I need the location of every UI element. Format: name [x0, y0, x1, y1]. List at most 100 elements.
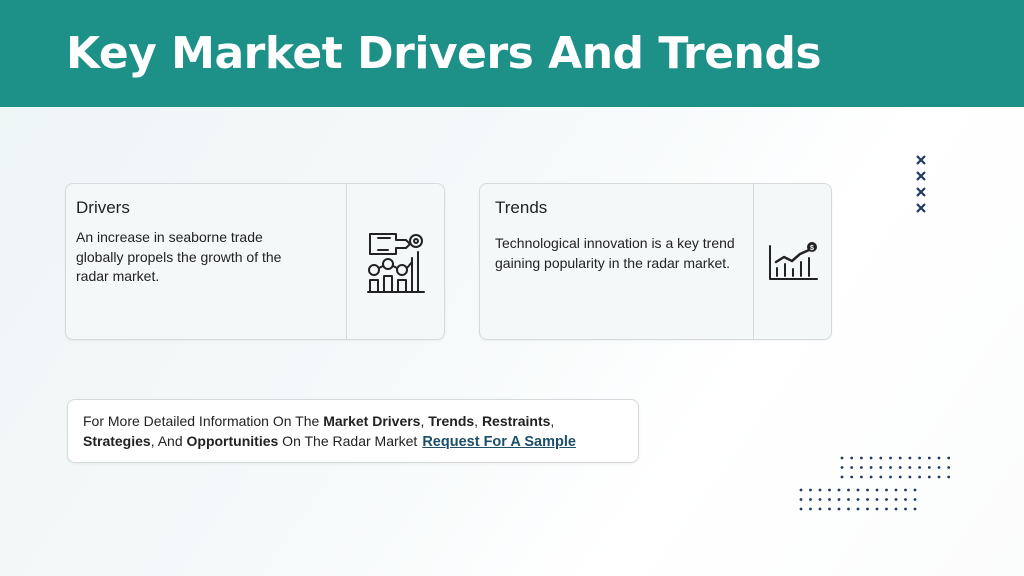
cta-tail: On The Radar Market	[278, 433, 418, 449]
decor-dot	[889, 456, 892, 460]
x-mark-icon	[916, 171, 926, 181]
decor-dot	[860, 466, 863, 469]
trends-card: Trends Technological innovation is a key…	[479, 183, 832, 340]
decor-dot	[828, 488, 831, 492]
cta-separator: , And	[150, 433, 187, 449]
decorative-dot-grid-upper	[840, 456, 951, 479]
decor-dot	[913, 498, 917, 501]
decor-dot	[860, 475, 863, 479]
decor-dot	[898, 456, 902, 460]
decor-dot	[918, 475, 921, 479]
decor-dot	[847, 488, 850, 492]
trends-title: Trends	[495, 198, 548, 217]
decor-dot	[850, 475, 854, 479]
decor-dot	[869, 466, 873, 469]
decor-dot	[837, 488, 841, 492]
decor-dot	[856, 507, 860, 511]
decor-dot	[913, 488, 917, 492]
decor-dot	[894, 507, 898, 511]
decor-dot	[799, 488, 803, 492]
decor-dot	[879, 466, 883, 469]
chart-growth-icon: $	[768, 241, 818, 280]
decor-dot	[847, 498, 850, 501]
decor-dot	[837, 507, 841, 511]
decor-dot	[840, 475, 844, 479]
decor-dot	[885, 498, 888, 501]
decor-dot	[828, 507, 831, 511]
decor-dot	[913, 507, 917, 511]
drivers-title: Drivers	[76, 198, 130, 217]
decor-dot	[809, 488, 812, 492]
decor-dot	[947, 466, 951, 469]
decor-dot	[927, 475, 931, 479]
decorative-dot-grid-lower	[799, 488, 917, 511]
decor-dot	[885, 488, 888, 492]
decor-dot	[908, 475, 912, 479]
decor-dot	[818, 507, 822, 511]
decor-dot	[879, 475, 883, 479]
decor-dot	[918, 456, 921, 460]
drivers-card: Drivers An increase in seaborne trade gl…	[65, 183, 445, 340]
decor-dot	[866, 507, 869, 511]
cta-separator: ,	[550, 413, 555, 429]
decor-dot	[856, 488, 860, 492]
decor-dot	[869, 456, 873, 460]
decor-dot	[850, 456, 854, 460]
decor-dot	[947, 475, 951, 479]
decor-dot	[879, 456, 883, 460]
decor-dot	[840, 456, 844, 460]
decor-dot	[918, 466, 921, 469]
svg-text:$: $	[810, 245, 814, 252]
cta-keyword-opportunities: Opportunities	[186, 433, 279, 449]
request-sample-link[interactable]: Request For A Sample	[422, 434, 576, 450]
decor-dot	[894, 488, 898, 492]
x-mark-icon	[916, 187, 926, 197]
x-mark-icon	[916, 155, 926, 165]
decor-dot	[937, 466, 941, 469]
decor-dot	[937, 475, 941, 479]
decor-dot	[927, 456, 931, 460]
growth-presentation-icon	[366, 232, 425, 293]
decor-dot	[904, 488, 907, 492]
page-title: Key Market Drivers And Trends	[66, 28, 822, 79]
decor-dot	[875, 488, 879, 492]
decorative-x-marks	[915, 154, 931, 218]
more-info-box: For More Detailed Information On The Mar…	[67, 399, 639, 463]
decor-dot	[894, 498, 898, 501]
decor-dot	[927, 466, 931, 469]
decor-dot	[937, 456, 941, 460]
cta-keyword-restraints: Restraints	[481, 413, 551, 429]
decor-dot	[840, 466, 844, 469]
header-bar: Key Market Drivers And Trends	[0, 0, 1024, 107]
decor-dot	[860, 456, 863, 460]
decor-dot	[809, 498, 812, 501]
cta-keyword-market-drivers: Market Drivers	[323, 413, 421, 429]
trends-icon-pane: $	[753, 184, 831, 339]
decor-dot	[898, 475, 902, 479]
decor-dot	[809, 507, 812, 511]
decor-dot	[947, 456, 951, 460]
decor-dot	[904, 507, 907, 511]
decor-dot	[866, 498, 869, 501]
decor-dot	[908, 466, 912, 469]
decor-dot	[889, 466, 892, 469]
decor-dot	[856, 498, 860, 501]
decor-dot	[818, 488, 822, 492]
decor-dot	[866, 488, 869, 492]
decor-dot	[885, 507, 888, 511]
decor-dot	[828, 498, 831, 501]
trends-text: Technological innovation is a key trend …	[495, 235, 735, 271]
decor-dot	[799, 498, 803, 501]
decor-dot	[908, 456, 912, 460]
x-mark-icon	[916, 203, 926, 213]
decor-dot	[847, 507, 850, 511]
decor-dot	[869, 475, 873, 479]
drivers-icon-pane	[346, 184, 444, 339]
decor-dot	[898, 466, 902, 469]
decor-dot	[875, 498, 879, 501]
cta-keyword-trends: Trends	[428, 413, 475, 429]
cta-intro: For More Detailed Information On The	[83, 413, 324, 429]
decor-dot	[850, 466, 854, 469]
drivers-text: An increase in seaborne trade globally p…	[76, 229, 282, 284]
decor-dot	[889, 475, 892, 479]
